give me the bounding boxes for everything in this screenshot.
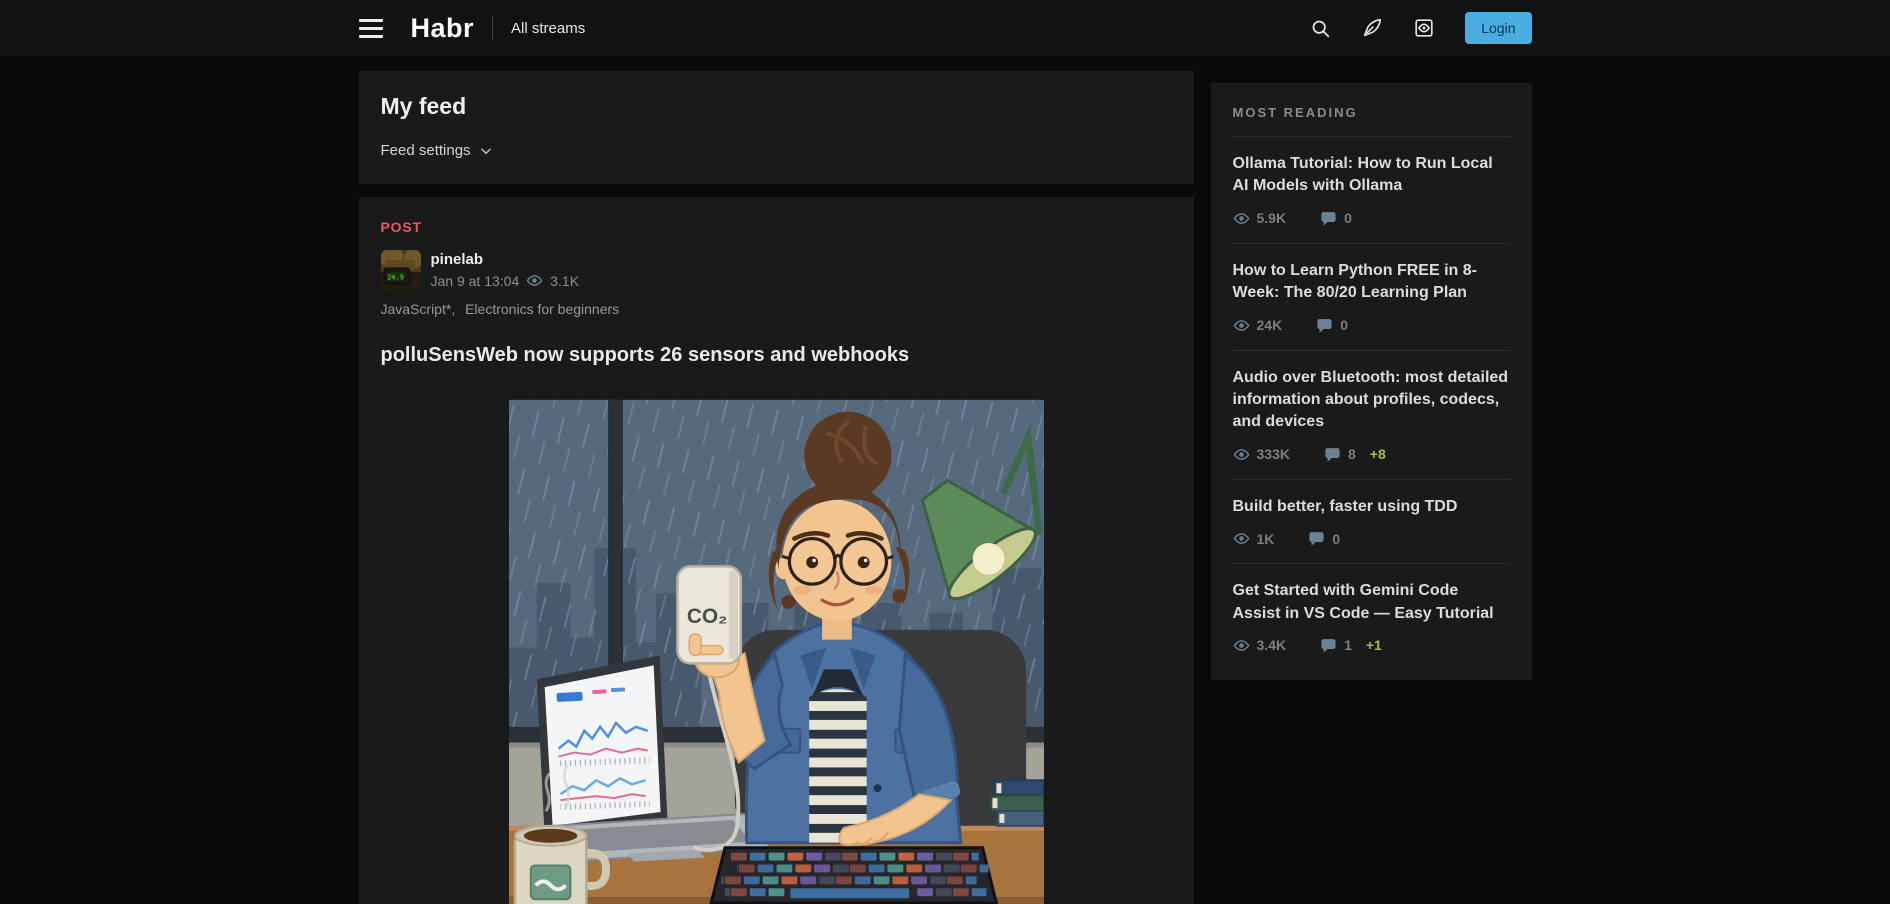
write-pen-icon[interactable] xyxy=(1361,17,1383,39)
comments-count[interactable]: 0 xyxy=(1344,210,1352,226)
views-count: 1K xyxy=(1257,531,1275,547)
post-card: POST 24.9 pinelab xyxy=(359,197,1194,904)
views-count: 5.9K xyxy=(1257,210,1287,226)
comments-icon[interactable] xyxy=(1320,210,1337,227)
most-reading-item: Get Started with Gemini Code Assist in V… xyxy=(1233,580,1510,654)
avatar-image: 24.9 xyxy=(381,250,421,290)
article-link[interactable]: Get Started with Gemini Code Assist in V… xyxy=(1233,580,1510,625)
author-name[interactable]: pinelab xyxy=(431,251,580,268)
most-reading-item: How to Learn Python FREE in 8-Week: The … xyxy=(1233,260,1510,334)
keyboard xyxy=(711,848,996,903)
article-link[interactable]: Audio over Bluetooth: most detailed info… xyxy=(1233,367,1510,434)
nav-divider xyxy=(492,15,493,41)
most-reading-title: MOST READING xyxy=(1233,105,1510,120)
reader-eye-square-icon[interactable] xyxy=(1413,17,1435,39)
comments-icon[interactable] xyxy=(1316,317,1333,334)
new-comments-badge[interactable]: +1 xyxy=(1366,637,1382,653)
post-illustration: CO₂ xyxy=(509,397,1044,904)
search-icon[interactable] xyxy=(1310,18,1331,39)
comments-icon[interactable] xyxy=(1324,446,1341,463)
hub-link-electronics[interactable]: Electronics for beginners xyxy=(465,301,619,317)
views-count: 24K xyxy=(1257,317,1283,333)
most-reading-item: Audio over Bluetooth: most detailed info… xyxy=(1233,367,1510,463)
illustration-woman-co2-sensor: CO₂ xyxy=(509,397,1044,904)
post-date: Jan 9 at 13:04 xyxy=(431,273,520,289)
comments-count[interactable]: 0 xyxy=(1332,531,1340,547)
post-type-badge: POST xyxy=(381,219,1172,235)
comments-count[interactable]: 1 xyxy=(1344,637,1352,653)
habr-logo[interactable]: Habr xyxy=(411,13,475,44)
most-reading-item: Ollama Tutorial: How to Run Local AI Mod… xyxy=(1233,153,1510,227)
post-hubs: JavaScript*, Electronics for beginners xyxy=(381,301,1172,317)
svg-text:CO₂: CO₂ xyxy=(686,605,726,628)
views-count: 3.4K xyxy=(1257,637,1287,653)
my-feed-card: My feed Feed settings xyxy=(359,71,1194,184)
svg-text:24.9: 24.9 xyxy=(387,274,404,282)
feed-settings-label: Feed settings xyxy=(381,142,471,159)
chevron-down-icon xyxy=(479,144,493,158)
divider xyxy=(1233,563,1510,564)
post-views: 3.1K xyxy=(550,273,579,289)
top-navbar: Habr All streams xyxy=(0,0,1890,56)
author-avatar[interactable]: 24.9 xyxy=(381,250,421,290)
post-title[interactable]: polluSensWeb now supports 26 sensors and… xyxy=(381,344,1172,367)
views-eye-icon xyxy=(526,272,543,289)
views-eye-icon xyxy=(1233,210,1250,227)
nav-all-streams[interactable]: All streams xyxy=(511,20,585,37)
views-eye-icon xyxy=(1233,530,1250,547)
new-comments-badge[interactable]: +8 xyxy=(1370,446,1386,462)
books xyxy=(990,780,1044,826)
login-button[interactable]: Login xyxy=(1465,12,1531,44)
views-count: 333K xyxy=(1257,446,1290,462)
divider xyxy=(1233,479,1510,480)
divider xyxy=(1233,243,1510,244)
comments-icon[interactable] xyxy=(1308,530,1325,547)
article-link[interactable]: How to Learn Python FREE in 8-Week: The … xyxy=(1233,260,1510,305)
article-link[interactable]: Build better, faster using TDD xyxy=(1233,496,1510,518)
feed-settings-button[interactable]: Feed settings xyxy=(381,142,493,159)
comments-count[interactable]: 8 xyxy=(1348,446,1356,462)
divider xyxy=(1233,350,1510,351)
views-eye-icon xyxy=(1233,637,1250,654)
views-eye-icon xyxy=(1233,317,1250,334)
views-eye-icon xyxy=(1233,446,1250,463)
most-reading-card: MOST READING Ollama Tutorial: How to Run… xyxy=(1211,83,1532,680)
hamburger-menu-icon[interactable] xyxy=(359,19,383,38)
co2-device: CO₂ xyxy=(677,566,740,663)
comments-count[interactable]: 0 xyxy=(1340,317,1348,333)
comments-icon[interactable] xyxy=(1320,637,1337,654)
hub-link-javascript[interactable]: JavaScript*, xyxy=(381,301,456,317)
divider xyxy=(1233,136,1510,137)
article-link[interactable]: Ollama Tutorial: How to Run Local AI Mod… xyxy=(1233,153,1510,198)
most-reading-item: Build better, faster using TDD 1K 0 xyxy=(1233,496,1510,547)
page-title: My feed xyxy=(381,93,1172,120)
